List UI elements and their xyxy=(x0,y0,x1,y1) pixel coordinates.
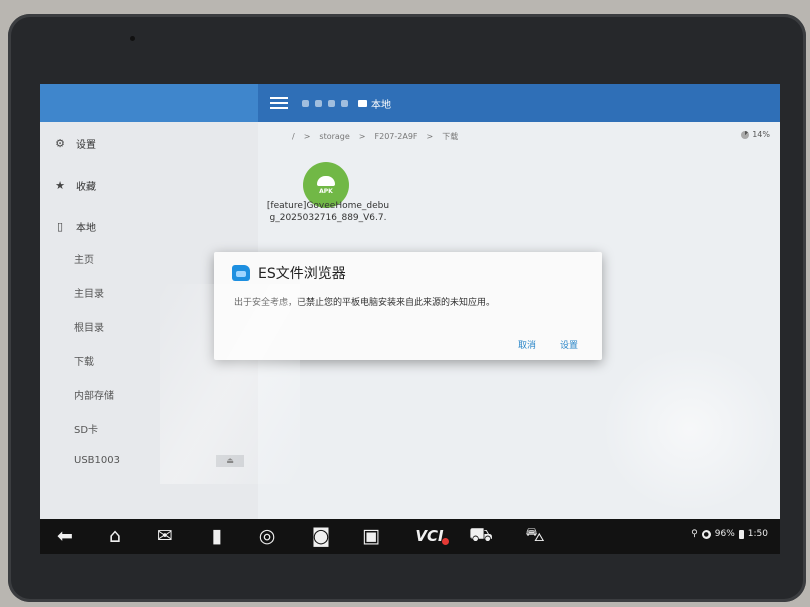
sidebar-local-label: 本地 xyxy=(76,223,96,234)
vci-label: VCI xyxy=(415,527,444,545)
screen-glare xyxy=(600,344,780,514)
sidebar-favorites-label: 收藏 xyxy=(76,182,96,193)
car-icon[interactable]: ⛟ xyxy=(468,524,494,547)
sidebar-item-downloads[interactable]: 下载 xyxy=(74,353,94,368)
breadcrumb-downloads[interactable]: 下载 xyxy=(442,131,458,142)
sidebar-settings-label: 设置 xyxy=(76,140,96,151)
sidebar-item-settings[interactable]: ⚙ 设置 xyxy=(40,136,258,151)
sidebar-item-local[interactable]: ▯ 本地 xyxy=(40,219,258,234)
storage-usage[interactable]: 14% xyxy=(741,130,770,139)
android-icon xyxy=(317,175,335,186)
breadcrumb-storage[interactable]: storage xyxy=(319,132,349,141)
clock: 1:50 xyxy=(747,529,768,539)
sidebar-item-internal-storage[interactable]: 内部存储 xyxy=(74,387,114,402)
breadcrumb-separator: > xyxy=(426,131,434,141)
breadcrumb: / > storage > F207-2A9F > 下载 xyxy=(258,122,780,150)
eject-icon[interactable]: ⏏ xyxy=(216,455,244,467)
menu-icon[interactable] xyxy=(270,97,288,109)
window-tabs-icons[interactable] xyxy=(302,99,348,107)
es-file-explorer-logo-icon xyxy=(232,265,250,281)
storage-percent: 14% xyxy=(752,130,770,139)
screenshot-icon[interactable]: ▣ xyxy=(358,525,384,547)
car-user-icon[interactable]: ⛍ xyxy=(522,524,548,547)
android-navigation-bar: ⬅ ⌂ ✉ ▮ ◎ ◙ ▣ VCI ⛟ ⛍ ⚲ ● 96% 1:50 xyxy=(40,519,780,554)
sidebar-item-favorites[interactable]: ★ 收藏 xyxy=(40,178,258,193)
star-icon: ★ xyxy=(55,179,65,192)
camera-icon[interactable]: ◙ xyxy=(308,525,334,547)
apk-file-name-line1: [feature]GoveeHome_debu xyxy=(266,201,390,211)
sidebar-header xyxy=(40,84,258,122)
dialog-header: ES文件浏览器 xyxy=(232,263,346,283)
back-arrow-icon[interactable]: ⬅ xyxy=(52,525,78,547)
apk-file-name-line2: g_2025032716_889_V6.7. xyxy=(269,213,387,223)
security-warning-dialog: ES文件浏览器 出于安全考虑，已禁止您的平板电脑安装来自此来源的未知应用。 取消… xyxy=(214,252,602,360)
disk-icon xyxy=(358,99,367,107)
storage-pie-icon xyxy=(741,130,750,139)
home-icon[interactable]: ⌂ xyxy=(102,525,128,547)
dialog-message: 出于安全考虑，已禁止您的平板电脑安装来自此来源的未知应用。 xyxy=(234,298,496,308)
tablet-screen: 本地 ⚙ 设置 ★ 收藏 ▯ 本地 主页 主目录 根目录 下载 内部存储 SD卡… xyxy=(40,84,780,554)
vci-disconnected-badge-icon xyxy=(441,537,449,545)
inbox-icon[interactable]: ✉ xyxy=(152,525,178,547)
sidebar-item-root-dir[interactable]: 根目录 xyxy=(74,319,104,334)
apk-label: APK xyxy=(319,187,333,195)
battery-percent: 96% xyxy=(714,529,735,539)
sidebar-item-home-dir[interactable]: 主目录 xyxy=(74,285,104,300)
settings-button[interactable]: 设置 xyxy=(560,338,578,351)
breadcrumb-separator: > xyxy=(303,131,311,141)
apk-file-name[interactable]: [feature]GoveeHome_debu g_2025032716_889… xyxy=(258,200,398,224)
breadcrumb-root[interactable]: / xyxy=(292,132,295,141)
recent-apps-icon[interactable]: ▮ xyxy=(204,525,230,547)
sidebar-item-home[interactable]: 主页 xyxy=(74,251,94,266)
chrome-icon[interactable]: ◎ xyxy=(254,525,280,547)
breadcrumb-volume[interactable]: F207-2A9F xyxy=(375,132,418,141)
status-area[interactable]: ⚲ ● 96% 1:50 xyxy=(691,529,768,539)
cancel-button[interactable]: 取消 xyxy=(518,338,536,351)
phone-icon: ▯ xyxy=(56,220,64,233)
current-location-tab[interactable]: 本地 xyxy=(358,96,391,111)
top-toolbar: 本地 xyxy=(258,84,780,122)
current-location-label: 本地 xyxy=(371,99,391,111)
camera-dot xyxy=(130,36,135,41)
vci-button[interactable]: VCI xyxy=(410,525,454,547)
battery-icon xyxy=(738,529,744,539)
location-icon: ⚲ xyxy=(691,529,698,539)
dialog-title: ES文件浏览器 xyxy=(258,266,346,282)
breadcrumb-separator: > xyxy=(358,131,366,141)
sidebar-item-sd-card[interactable]: SD卡 xyxy=(74,421,98,436)
notification-icon: ● xyxy=(701,529,711,539)
sidebar-item-usb[interactable]: USB1003 xyxy=(74,455,120,466)
gear-icon: ⚙ xyxy=(55,137,65,150)
